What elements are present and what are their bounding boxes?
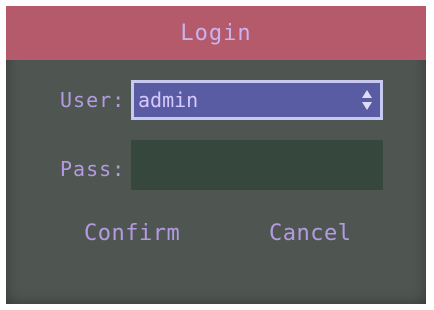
dialog-title: Login [180, 20, 252, 46]
dialog-title-bar: Login [6, 6, 426, 60]
user-select[interactable]: admin [131, 80, 383, 120]
confirm-button[interactable]: Confirm [84, 221, 180, 246]
up-down-arrows-icon[interactable] [360, 86, 374, 114]
password-field[interactable] [131, 140, 383, 190]
user-label: User: [60, 88, 126, 112]
pass-label: Pass: [60, 157, 126, 181]
user-select-value: admin [138, 88, 199, 112]
cancel-button[interactable]: Cancel [269, 221, 351, 246]
login-dialog: Login User: admin Pass: Confirm Cancel [6, 6, 426, 304]
